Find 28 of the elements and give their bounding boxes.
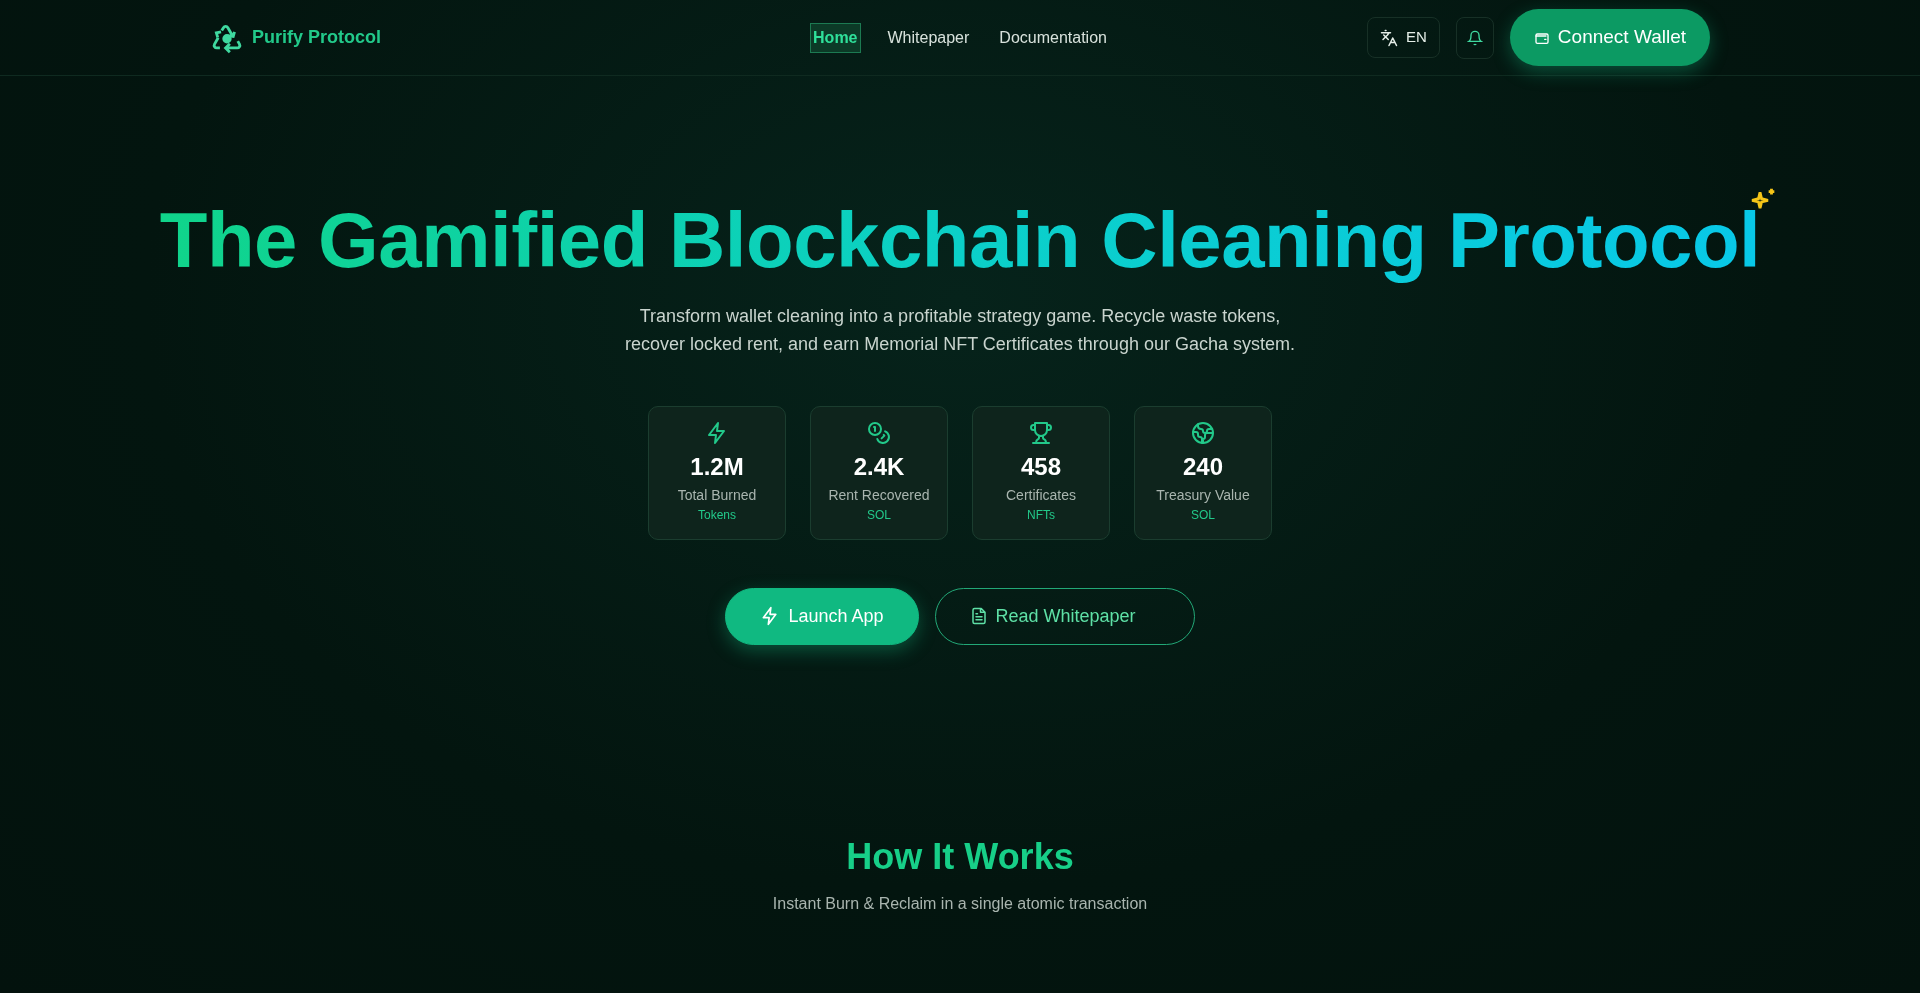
bell-icon: [1466, 30, 1483, 47]
stat-label: Certificates: [1006, 486, 1076, 506]
coins-icon: [867, 421, 891, 446]
nav-link[interactable]: Whitepaper: [884, 22, 973, 53]
notifications-button[interactable]: [1455, 16, 1494, 59]
stat-unit: NFTs: [1027, 507, 1055, 525]
globe-icon: [1191, 421, 1215, 446]
stat-unit: SOL: [1191, 507, 1215, 525]
stat-value: 458: [1020, 452, 1061, 483]
stat-label: Total Burned: [677, 486, 757, 506]
nav-link[interactable]: Home: [810, 22, 861, 53]
stat-unit: SOL: [867, 507, 891, 525]
stat-value: 1.2M: [690, 452, 744, 483]
stat-label: Rent Recovered: [828, 486, 930, 506]
section-subtitle: Instant Burn & Reclaim in a single atomic transaction: [772, 893, 1148, 914]
connect-wallet-button[interactable]: Connect Wallet: [1509, 9, 1710, 66]
stat-value: 2.4K: [853, 452, 905, 483]
stat-label: Treasury Value: [1156, 486, 1250, 506]
translate-icon: [1380, 28, 1398, 47]
nav-link[interactable]: Documentation: [996, 22, 1110, 53]
stat-unit: Tokens: [698, 507, 736, 525]
stat-value: 240: [1182, 452, 1223, 483]
trophy-icon: [1029, 421, 1053, 446]
language-button[interactable]: EN: [1367, 17, 1440, 58]
section-title: How It Works: [846, 834, 1074, 879]
hero-description: Transform wallet cleaning into a profitable strategy game. Recycle waste tokens, recover locked rent, and earn Memorial NFT Certificates through our Gacha system.: [625, 304, 1295, 356]
brand-name[interactable]: Purify Protocol: [252, 24, 381, 51]
document-icon: [969, 607, 988, 626]
